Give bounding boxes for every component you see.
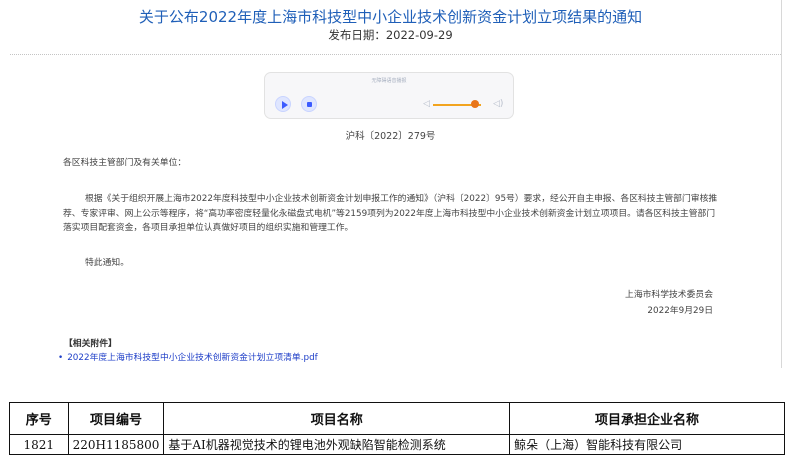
notice-body: 根据《关于组织开展上海市2022年度科技型中小企业技术创新资金计划申报工作的通知…	[63, 194, 718, 233]
volume-slider-handle[interactable]	[471, 100, 479, 108]
cell-seq: 1821	[9, 434, 69, 455]
column-header-seq: 序号	[9, 402, 69, 435]
signing-date: 2022年9月29日	[647, 306, 713, 316]
column-header-project-id: 项目编号	[67, 402, 165, 435]
volume-up-icon[interactable]: ◁)	[493, 99, 503, 109]
publish-date: 发布日期：2022-09-29	[0, 27, 781, 43]
title-divider	[10, 54, 781, 55]
cell-company: 鲸朵（上海）智能科技有限公司	[509, 434, 785, 455]
volume-down-icon[interactable]: ◁	[423, 99, 430, 109]
signing-organization: 上海市科学技术委员会	[625, 290, 713, 300]
closing-line: 特此通知。	[85, 258, 129, 268]
attachment-link[interactable]: 2022年度上海市科技型中小企业技术创新资金计划立项清单.pdf	[67, 353, 318, 363]
play-button[interactable]	[275, 96, 291, 112]
audio-player: 无障碍语音播报 ◁ ◁)	[264, 72, 514, 119]
table-header-row: 序号 项目编号 项目名称 项目承担企业名称	[9, 402, 785, 435]
attachments-heading: 【相关附件】	[64, 339, 117, 349]
project-table: 序号 项目编号 项目名称 项目承担企业名称 1821 220H1185800 基…	[9, 402, 785, 455]
publish-date-label: 发布日期：	[328, 28, 386, 42]
column-header-project-name: 项目名称	[163, 402, 511, 435]
page-title: 关于公布2022年度上海市科技型中小企业技术创新资金计划立项结果的通知	[138, 8, 643, 26]
document-number: 沪科〔2022〕279号	[345, 131, 436, 142]
cell-project-id: 220H1185800	[67, 434, 165, 455]
notice-page: 关于公布2022年度上海市科技型中小企业技术创新资金计划立项结果的通知 发布日期…	[0, 0, 782, 368]
audio-player-hint: 无障碍语音播报	[371, 78, 407, 84]
column-header-company: 项目承担企业名称	[509, 402, 785, 435]
attachment-item[interactable]: • 2022年度上海市科技型中小企业技术创新资金计划立项清单.pdf	[58, 351, 318, 366]
cell-project-name: 基于AI机器视觉技术的锂电池外观缺陷智能检测系统	[163, 434, 511, 455]
table-row: 1821 220H1185800 基于AI机器视觉技术的锂电池外观缺陷智能检测系…	[9, 434, 785, 455]
stop-button[interactable]	[301, 96, 317, 112]
addressee: 各区科技主管部门及有关单位：	[63, 158, 187, 168]
bullet-icon: •	[58, 353, 64, 363]
publish-date-value: 2022-09-29	[385, 28, 453, 42]
